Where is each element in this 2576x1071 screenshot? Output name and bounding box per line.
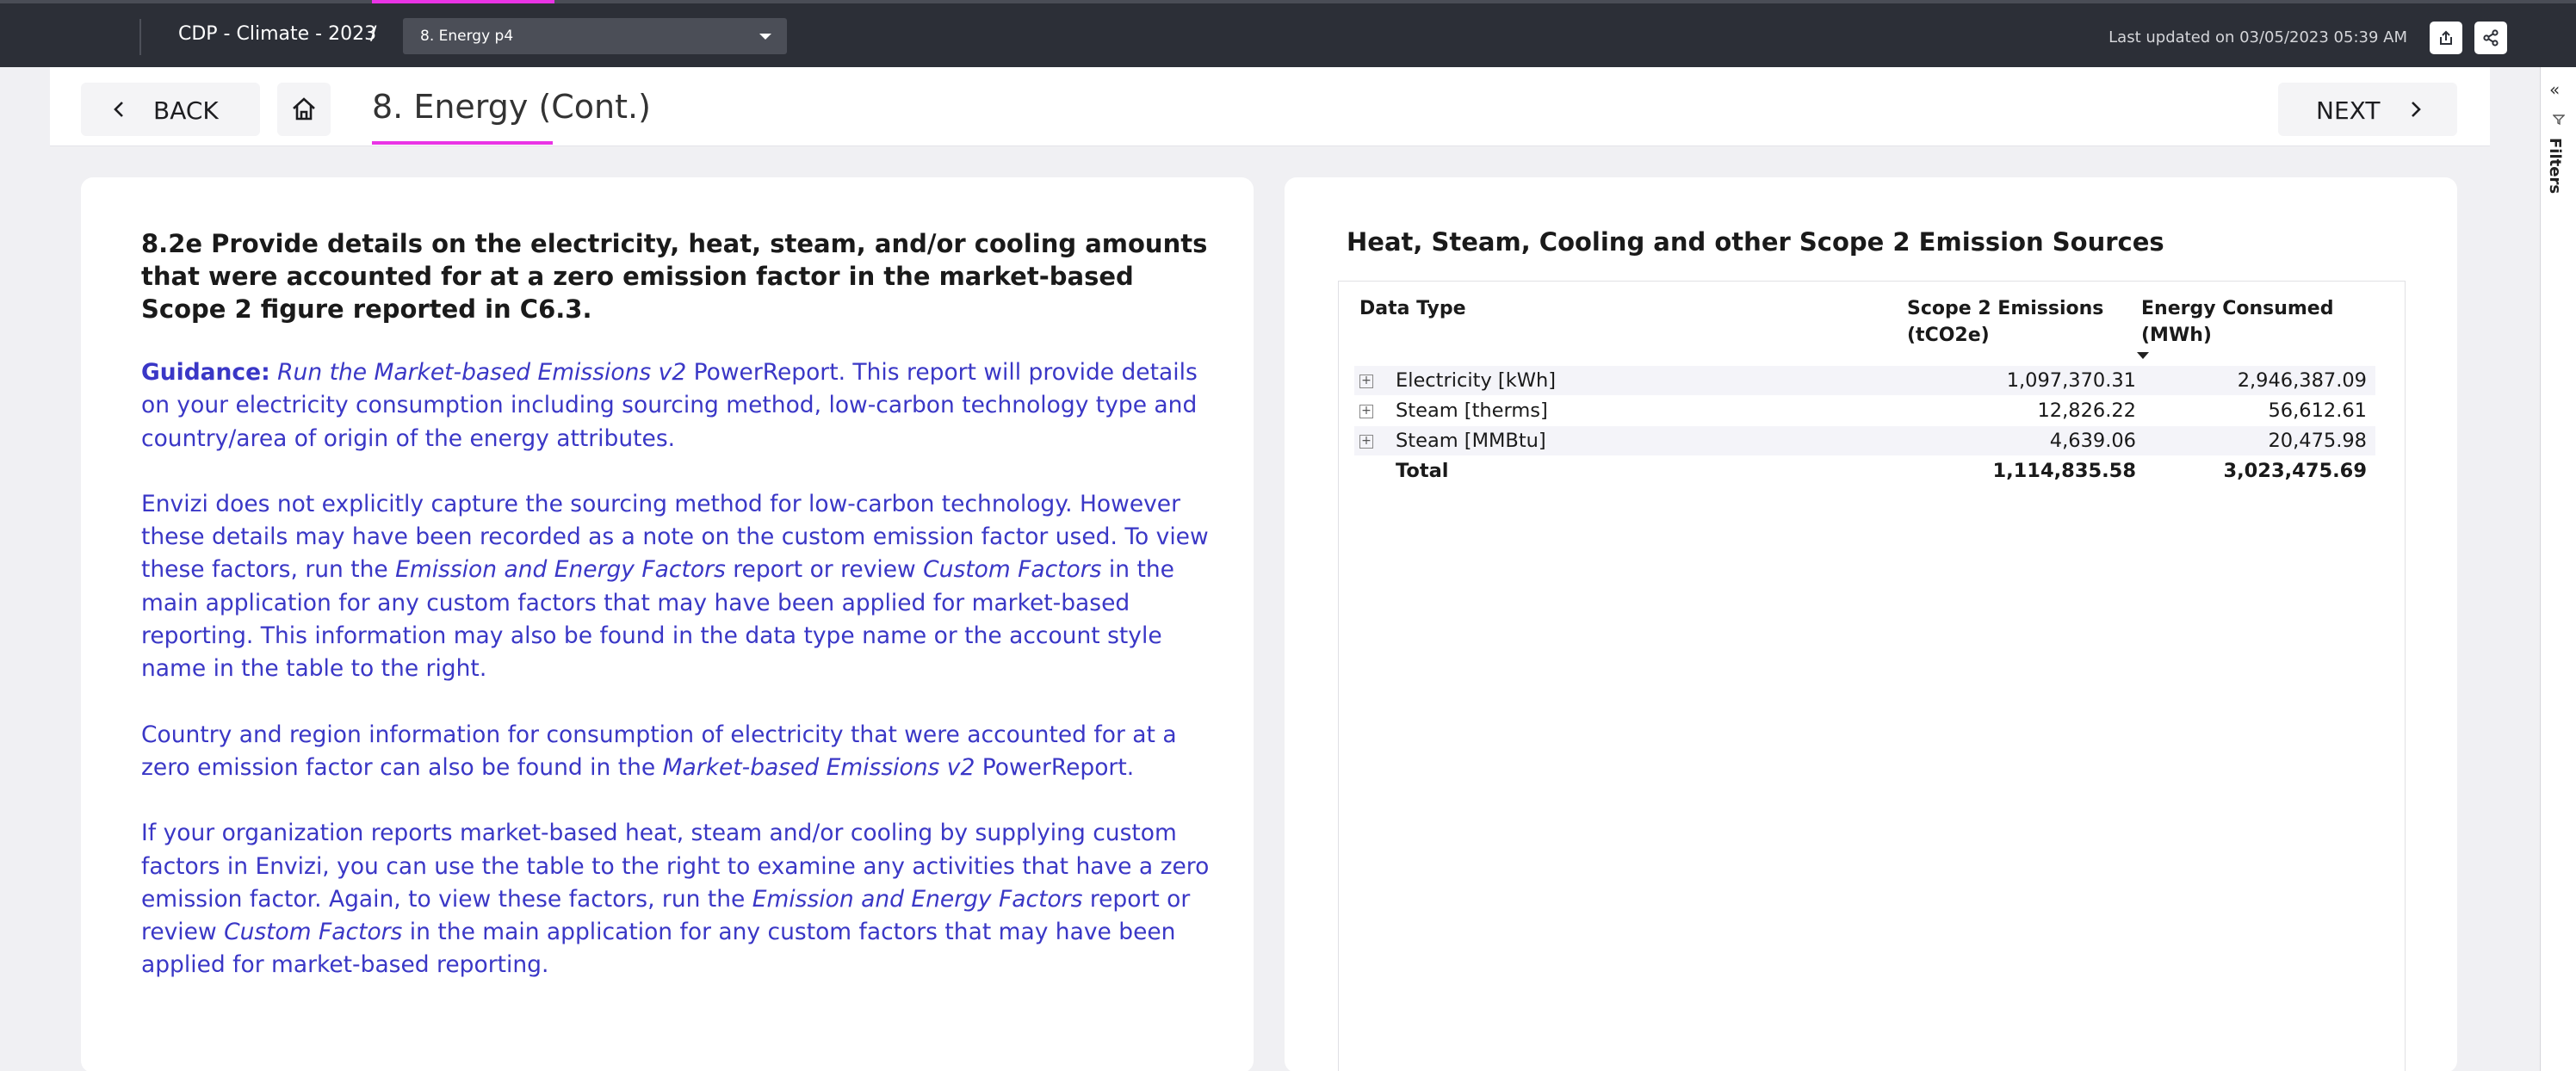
guidance-report-name: Emission and Energy Factors bbox=[395, 556, 726, 584]
total-label: Total bbox=[1396, 460, 1449, 482]
question-card: 8.2e Provide details on the electricity,… bbox=[81, 177, 1254, 1071]
home-button[interactable] bbox=[277, 83, 331, 136]
guidance-paragraph-3: Country and region information for consu… bbox=[141, 719, 1217, 785]
table-total-row: Total 1,114,835.58 3,023,475.69 bbox=[1354, 456, 2375, 486]
last-updated-text: Last updated on 03/05/2023 05:39 AM bbox=[2108, 28, 2407, 46]
guidance-report-name: Market-based Emissions v2 bbox=[662, 753, 975, 781]
emission-sources-card: Heat, Steam, Cooling and other Scope 2 E… bbox=[1285, 177, 2457, 1071]
guidance-text-2b: report or review bbox=[725, 556, 924, 584]
guidance-text-3b: PowerReport. bbox=[975, 753, 1135, 781]
guidance-paragraph-1: Guidance: Run the Market-based Emissions… bbox=[141, 356, 1217, 455]
question-heading: 8.2e Provide details on the electricity,… bbox=[141, 229, 1208, 324]
back-button-label: BACK bbox=[153, 96, 219, 125]
filter-icon bbox=[2553, 115, 2565, 126]
next-button-label: NEXT bbox=[2316, 96, 2381, 125]
table-row: + Steam [therms] 12,826.22 56,612.61 bbox=[1354, 396, 2375, 425]
top-accent-bar bbox=[372, 0, 554, 3]
top-divider bbox=[139, 19, 141, 55]
breadcrumb-separator: / bbox=[370, 23, 377, 45]
chevron-right-icon bbox=[2412, 102, 2421, 117]
next-button[interactable]: NEXT bbox=[2278, 83, 2457, 136]
guidance-label: Guidance: bbox=[141, 359, 270, 386]
export-icon bbox=[2440, 30, 2452, 45]
top-bar: CDP - Climate - 2023 / 8. Energy p4 Last… bbox=[0, 0, 2576, 67]
collapse-filters-icon[interactable]: « bbox=[2549, 79, 2560, 100]
row-energy-value: 2,946,387.09 bbox=[2237, 369, 2367, 392]
share-button[interactable] bbox=[2474, 22, 2507, 54]
report-title[interactable]: CDP - Climate - 2023 bbox=[178, 23, 376, 45]
total-energy-value: 3,023,475.69 bbox=[2223, 460, 2367, 482]
guidance-feature-name: Custom Factors bbox=[923, 556, 1102, 584]
expand-row-icon[interactable]: + bbox=[1359, 405, 1373, 418]
guidance-paragraph-2: Envizi does not explicitly capture the s… bbox=[141, 488, 1217, 686]
column-header-scope2-emissions[interactable]: Scope 2 Emissions (tCO2e) bbox=[1907, 295, 2103, 349]
table-title: Heat, Steam, Cooling and other Scope 2 E… bbox=[1347, 227, 2164, 257]
column-header-scope2-line1: Scope 2 Emissions bbox=[1907, 298, 2104, 319]
row-scope2-value: 4,639.06 bbox=[2049, 430, 2136, 452]
row-scope2-value: 1,097,370.31 bbox=[2006, 369, 2136, 392]
chevron-left-icon bbox=[114, 102, 123, 117]
filters-label[interactable]: Filters bbox=[2546, 138, 2564, 194]
share-icon bbox=[2483, 29, 2499, 46]
column-header-energy-consumed[interactable]: Energy Consumed (MWh) bbox=[2141, 295, 2333, 349]
filters-pane: « Filters bbox=[2540, 67, 2576, 1071]
column-header-data-type[interactable]: Data Type bbox=[1359, 295, 1466, 322]
column-header-energy-line1: Energy Consumed bbox=[2141, 298, 2334, 319]
emission-sources-table: Data Type Scope 2 Emissions (tCO2e) Ener… bbox=[1338, 281, 2406, 1071]
table-row: + Electricity [kWh] 1,097,370.31 2,946,3… bbox=[1354, 366, 2375, 395]
total-scope2-value: 1,114,835.58 bbox=[1992, 460, 2136, 482]
guidance-text: Guidance: Run the Market-based Emissions… bbox=[141, 356, 1217, 1015]
page-title-underline bbox=[372, 141, 553, 145]
table-row: + Steam [MMBtu] 4,639.06 20,475.98 bbox=[1354, 426, 2375, 455]
guidance-paragraph-4: If your organization reports market-base… bbox=[141, 817, 1217, 981]
guidance-feature-name: Custom Factors bbox=[224, 919, 403, 946]
row-energy-value: 20,475.98 bbox=[2268, 430, 2367, 452]
chevron-down-icon bbox=[759, 34, 771, 40]
sort-descending-icon[interactable] bbox=[2137, 352, 2149, 359]
row-label: Steam [therms] bbox=[1396, 399, 1548, 422]
row-scope2-value: 12,826.22 bbox=[2037, 399, 2136, 422]
row-label: Steam [MMBtu] bbox=[1396, 430, 1546, 452]
row-energy-value: 56,612.61 bbox=[2268, 399, 2367, 422]
home-icon bbox=[293, 97, 315, 121]
back-button[interactable]: BACK bbox=[81, 83, 260, 136]
page-selector-dropdown[interactable]: 8. Energy p4 bbox=[403, 18, 787, 54]
page-header: BACK 8. Energy (Cont.) NEXT bbox=[50, 67, 2490, 146]
column-header-scope2-line2: (tCO2e) bbox=[1907, 325, 1990, 346]
page-title: 8. Energy (Cont.) bbox=[372, 88, 651, 126]
guidance-report-name: Run the Market-based Emissions v2 bbox=[277, 359, 687, 386]
row-label: Electricity [kWh] bbox=[1396, 369, 1557, 392]
guidance-report-name: Emission and Energy Factors bbox=[752, 885, 1083, 913]
column-header-energy-line2: (MWh) bbox=[2141, 325, 2212, 346]
export-button[interactable] bbox=[2430, 22, 2462, 54]
page-selector-value: 8. Energy p4 bbox=[420, 28, 514, 45]
expand-row-icon[interactable]: + bbox=[1359, 435, 1373, 449]
expand-row-icon[interactable]: + bbox=[1359, 375, 1373, 388]
